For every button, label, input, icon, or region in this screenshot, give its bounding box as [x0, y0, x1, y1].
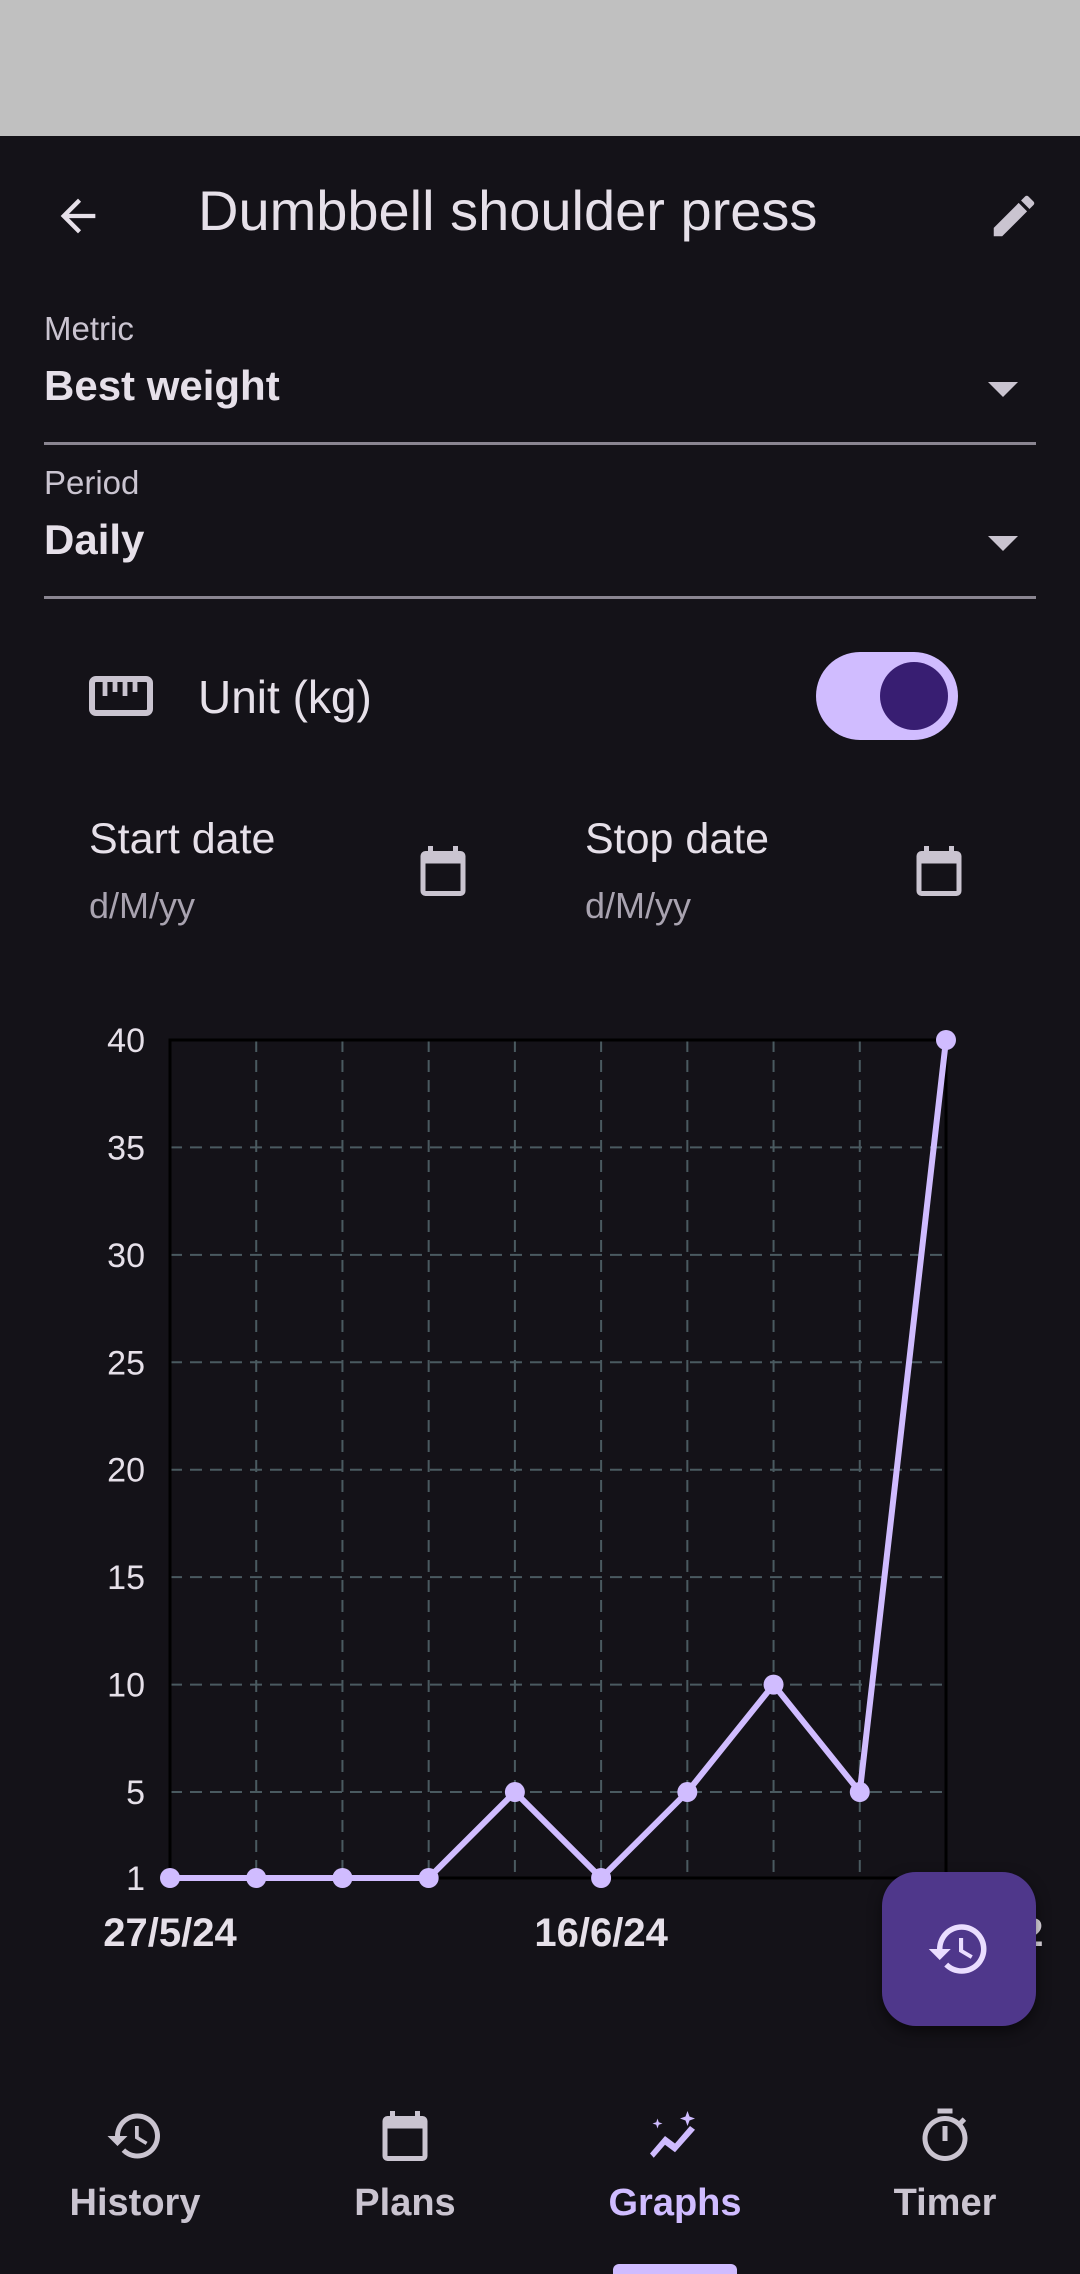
unit-label: Unit (kg) — [198, 671, 372, 723]
metric-dropdown[interactable]: Metric Best weight — [44, 300, 1036, 445]
unit-row[interactable]: Unit (kg) — [0, 650, 1080, 742]
y-tick-label: 10 — [107, 1667, 145, 1705]
page-title: Dumbbell shoulder press — [198, 179, 818, 242]
nav-label-history: History — [69, 2182, 201, 2224]
weight-line-chart: 151015202530354027/5/2416/6/242 — [103, 1022, 1043, 1955]
y-tick-label: 5 — [126, 1774, 145, 1812]
y-tick-label: 25 — [107, 1344, 145, 1382]
unit-toggle[interactable] — [816, 652, 958, 740]
toggle-knob — [880, 662, 948, 730]
calendar-icon[interactable] — [909, 840, 969, 902]
edit-button[interactable] — [974, 176, 1054, 256]
ruler-icon — [89, 676, 153, 716]
data-point — [591, 1868, 612, 1888]
x-tick-label: 16/6/24 — [534, 1911, 668, 1955]
back-button[interactable] — [38, 176, 118, 256]
nav-item-timer[interactable]: Timer — [810, 2064, 1080, 2274]
y-tick-label: 40 — [107, 1022, 145, 1060]
stop-date-hint: d/M/yy — [585, 885, 692, 926]
start-date-hint: d/M/yy — [89, 885, 196, 926]
chevron-down-icon — [988, 382, 1018, 397]
nav-item-plans[interactable]: Plans — [270, 2064, 540, 2274]
graph-icon — [650, 2111, 695, 2158]
data-point — [160, 1868, 180, 1888]
period-label: Period — [44, 464, 140, 501]
nav-label-timer: Timer — [893, 2182, 997, 2224]
nav-label-plans: Plans — [354, 2182, 456, 2224]
y-tick-label: 20 — [107, 1452, 145, 1490]
stop-date-picker[interactable]: Stop date d/M/yy — [585, 815, 1005, 935]
start-date-picker[interactable]: Start date d/M/yy — [89, 815, 509, 935]
y-tick-label: 15 — [107, 1559, 145, 1597]
history-restore-icon — [928, 1924, 987, 1974]
data-point — [849, 1782, 870, 1803]
stop-date-label: Stop date — [585, 815, 770, 863]
arrow-back-icon — [60, 198, 96, 234]
pencil-icon — [993, 195, 1035, 237]
history-fab[interactable] — [882, 1872, 1036, 2026]
y-tick-label: 30 — [107, 1237, 145, 1275]
series-line — [170, 1039, 949, 1881]
stopwatch-icon — [922, 2108, 968, 2161]
nav-label-graphs: Graphs — [608, 2182, 742, 2224]
x-tick-label: 27/5/24 — [103, 1911, 237, 1955]
y-tick-label: 1 — [126, 1860, 145, 1898]
calendar-icon — [382, 2111, 428, 2161]
y-tick-label: 35 — [107, 1129, 145, 1167]
data-point — [504, 1782, 525, 1803]
bottom-navigation: History Plans Graphs Timer — [0, 2064, 1080, 2274]
nav-item-history[interactable]: History — [0, 2064, 270, 2274]
calendar-icon[interactable] — [413, 840, 473, 902]
period-dropdown[interactable]: Period Daily — [44, 454, 1036, 599]
data-point — [763, 1674, 784, 1695]
data-point — [677, 1782, 698, 1803]
metric-value: Best weight — [44, 362, 280, 409]
nav-item-graphs[interactable]: Graphs — [540, 2064, 810, 2274]
nav-active-indicator — [613, 2264, 737, 2274]
data-point — [418, 1868, 439, 1888]
data-point — [246, 1868, 267, 1888]
metric-label: Metric — [44, 310, 134, 347]
status-bar — [0, 0, 1080, 136]
chevron-down-icon — [988, 536, 1018, 551]
data-point — [936, 1030, 956, 1050]
period-value: Daily — [44, 516, 145, 563]
history-icon — [107, 2113, 160, 2159]
data-point — [332, 1868, 353, 1888]
start-date-label: Start date — [89, 815, 276, 863]
